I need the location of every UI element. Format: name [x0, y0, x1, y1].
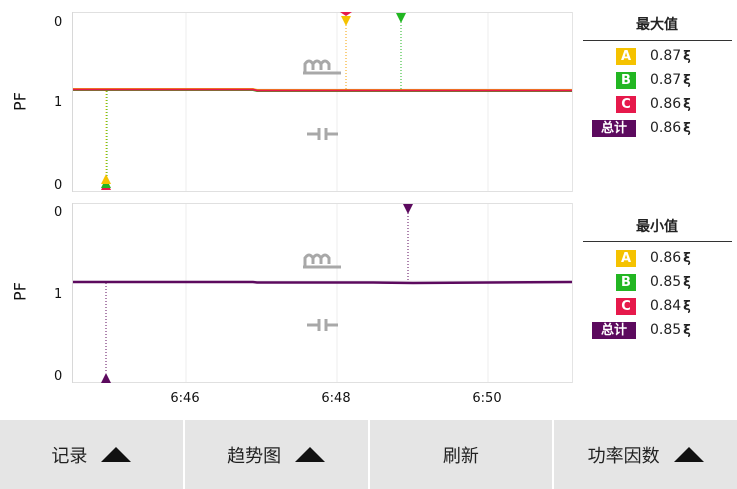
min-legend-row-a[interactable]: A 0.86 ξ — [616, 248, 691, 268]
y-axis-label-top: PF — [10, 92, 30, 111]
power-factor-button-label: 功率因数 — [587, 445, 660, 467]
y-axis-label-bottom: PF — [10, 282, 30, 301]
trend-button[interactable]: 趋势图 — [185, 420, 370, 489]
max-value-b: 0.87 — [650, 72, 682, 88]
legend-divider — [583, 40, 732, 41]
max-marker-total — [403, 204, 413, 214]
max-value-a: 0.87 — [650, 48, 682, 64]
inductor-icon — [303, 59, 341, 75]
record-button-label: 记录 — [51, 445, 88, 467]
x-tick-1: 6:48 — [321, 391, 351, 406]
y-tick-bottom-1: 1 — [54, 287, 63, 302]
max-marker-a — [341, 16, 351, 26]
min-marker-total — [101, 373, 111, 383]
phase-b-badge: B — [616, 273, 636, 291]
xi-icon: ξ — [683, 298, 691, 314]
bottom-toolbar: 记录 趋势图 刷新 功率因数 — [0, 420, 737, 489]
max-legend-title: 最大值 — [636, 17, 678, 33]
y-tick-top-1: 1 — [54, 95, 63, 110]
total-line — [73, 280, 572, 285]
trend-button-label: 趋势图 — [227, 445, 282, 467]
phase-c-badge: C — [616, 95, 636, 113]
triangle-up-icon — [295, 447, 326, 462]
phase-a-badge: A — [616, 47, 636, 65]
y-tick-top-0: 0 — [54, 15, 63, 30]
min-value-c: 0.84 — [650, 298, 682, 314]
max-legend-row-b[interactable]: B 0.87 ξ — [616, 70, 691, 90]
x-tick-0: 6:46 — [170, 391, 200, 406]
max-value-total: 0.86 — [650, 120, 682, 136]
min-value-a: 0.86 — [650, 250, 682, 266]
min-legend-title: 最小值 — [636, 219, 678, 235]
min-marker-a — [101, 174, 111, 184]
refresh-button-label: 刷新 — [442, 445, 479, 467]
max-value-c: 0.86 — [650, 96, 682, 112]
xi-icon: ξ — [683, 274, 691, 290]
min-value-b: 0.85 — [650, 274, 682, 290]
max-marker-b — [396, 13, 406, 23]
triangle-up-icon — [673, 447, 704, 462]
record-button[interactable]: 记录 — [0, 420, 185, 489]
triangle-up-icon — [101, 447, 132, 462]
min-legend-row-total[interactable]: 总计 0.85 ξ — [592, 320, 691, 340]
y-tick-bottom-0: 0 — [54, 205, 63, 220]
max-legend-row-total[interactable]: 总计 0.86 ξ — [592, 118, 691, 138]
total-badge: 总计 — [592, 321, 636, 339]
max-pf-plot[interactable] — [72, 12, 573, 192]
min-pf-plot[interactable] — [72, 203, 573, 383]
xi-icon: ξ — [683, 96, 691, 112]
xi-icon: ξ — [683, 72, 691, 88]
phase-a-badge: A — [616, 249, 636, 267]
capacitor-icon — [307, 319, 338, 331]
min-legend-row-c[interactable]: C 0.84 ξ — [616, 296, 691, 316]
max-pf-plot-svg — [73, 12, 572, 192]
power-factor-button[interactable]: 功率因数 — [554, 420, 737, 489]
capacitor-icon — [307, 128, 338, 140]
min-pf-plot-svg — [73, 203, 572, 383]
min-legend-row-b[interactable]: B 0.85 ξ — [616, 272, 691, 292]
y-tick-top-2: 0 — [54, 178, 63, 193]
inductor-icon — [303, 253, 341, 269]
x-tick-2: 6:50 — [472, 391, 502, 406]
total-badge: 总计 — [592, 119, 636, 137]
xi-icon: ξ — [683, 120, 691, 136]
max-legend-row-c[interactable]: C 0.86 ξ — [616, 94, 691, 114]
y-tick-bottom-2: 0 — [54, 369, 63, 384]
max-legend-row-a[interactable]: A 0.87 ξ — [616, 46, 691, 66]
phase-c-badge: C — [616, 297, 636, 315]
max-marker-c — [340, 12, 352, 16]
xi-icon: ξ — [683, 48, 691, 64]
legend-divider — [583, 241, 732, 242]
xi-icon: ξ — [683, 250, 691, 266]
min-value-total: 0.85 — [650, 322, 682, 338]
phase-c-line — [73, 88, 572, 92]
xi-icon: ξ — [683, 322, 691, 338]
phase-b-badge: B — [616, 71, 636, 89]
refresh-button[interactable]: 刷新 — [370, 420, 555, 489]
